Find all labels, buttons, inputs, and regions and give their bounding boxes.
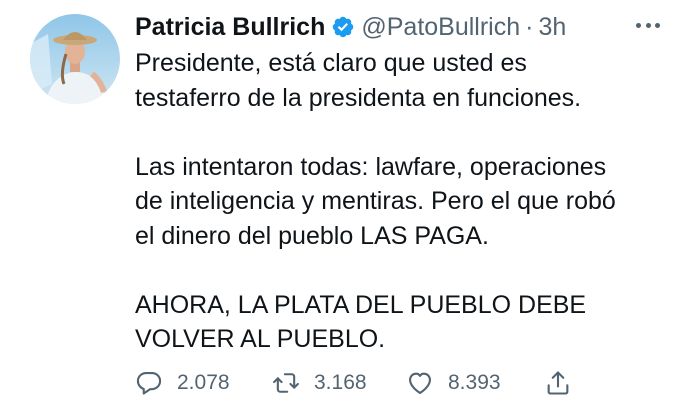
avatar[interactable] (30, 14, 120, 104)
reply-count: 2.078 (177, 371, 230, 394)
tweet-line: Las intentaron todas: lawfare, operacion… (135, 152, 607, 181)
more-icon[interactable] (636, 18, 660, 32)
tweet-line: el dinero del pueblo LAS PAGA. (135, 221, 489, 250)
like-icon (409, 372, 431, 394)
tweet-line: Presidente, está claro que usted es (135, 49, 527, 77)
tweet[interactable]: Patricia Bullrich @PatoBullrich · 3h Pre… (0, 0, 694, 400)
retweet-icon (273, 373, 299, 393)
reply-button[interactable]: 2.078 (135, 369, 272, 397)
retweet-count: 3.168 (314, 371, 367, 394)
tweet-line: VOLVER AL PUEBLO. (135, 325, 386, 353)
author-handle[interactable]: @PatoBullrich (361, 13, 520, 42)
like-button[interactable]: 8.393 (406, 369, 544, 397)
like-count: 8.393 (448, 371, 501, 394)
tweet-text: Presidente, está claro que usted es test… (135, 46, 675, 357)
share-button[interactable] (544, 369, 572, 397)
tweet-actions: 2.078 3.168 8.393 (135, 366, 572, 400)
tweet-line: AHORA, LA PLATA DEL PUEBLO DEBE (135, 290, 587, 319)
tweet-line: de inteligencia y mentiras. Pero el que … (135, 187, 616, 215)
verified-badge-icon (333, 16, 354, 38)
tweet-header: Patricia Bullrich @PatoBullrich · 3h (135, 10, 566, 44)
header-separator: · (525, 12, 534, 41)
tweet-line: testaferro de la presidenta en funciones… (135, 83, 582, 112)
share-icon (547, 371, 569, 395)
tweet-timestamp[interactable]: 3h (538, 13, 566, 42)
retweet-button[interactable]: 3.168 (272, 369, 406, 397)
reply-icon (136, 372, 162, 395)
author-name[interactable]: Patricia Bullrich (135, 13, 325, 42)
